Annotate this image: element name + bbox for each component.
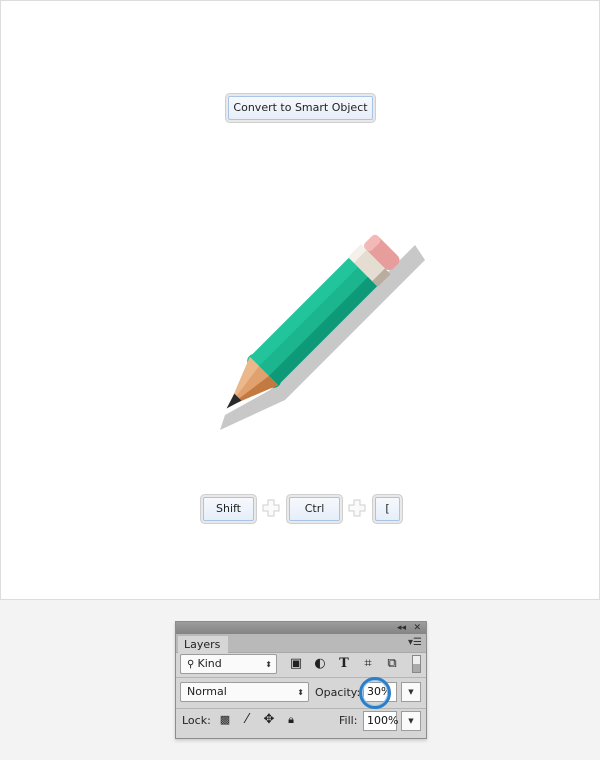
shift-key: Shift	[203, 497, 254, 521]
lock-label: Lock:	[182, 714, 211, 727]
fill-dropdown-button[interactable]: ▼	[401, 711, 421, 731]
search-icon: ⚲	[187, 659, 198, 670]
stepper-icon: ⬍	[265, 660, 272, 669]
fill-label: Fill:	[339, 714, 358, 727]
lock-position-icon[interactable]: ✥	[262, 713, 276, 727]
ctrl-key: Ctrl	[289, 497, 340, 521]
type-filter-icon[interactable]: T	[337, 657, 351, 671]
kind-filter-select[interactable]: ⚲ Kind ⬍	[180, 654, 277, 674]
smart-object-filter-icon[interactable]: ⧉	[385, 657, 399, 671]
tab-layers[interactable]: Layers	[178, 636, 228, 653]
lock-transparent-icon[interactable]: ▩	[218, 713, 232, 727]
lock-paint-icon[interactable]: ⁄	[240, 713, 254, 727]
blend-mode-value: Normal	[187, 685, 227, 698]
image-filter-icon[interactable]: ▣	[289, 657, 303, 671]
opacity-label: Opacity:	[315, 686, 361, 699]
plus-icon	[262, 499, 280, 517]
opacity-dropdown-button[interactable]: ▼	[401, 682, 421, 702]
collapse-icon[interactable]: ◂◂	[397, 622, 406, 634]
filter-toggle-switch[interactable]	[412, 655, 421, 673]
panel-menu-icon[interactable]: ▾☰	[408, 637, 422, 648]
blend-mode-select[interactable]: Normal ⬍	[180, 682, 309, 702]
divider	[176, 677, 426, 678]
fill-input[interactable]: 100%	[363, 711, 398, 731]
opacity-highlight-circle	[359, 677, 391, 709]
layers-panel: ◂◂ ✕ Layers ▾☰ ⚲ Kind ⬍ ▣ ◐ T ⌗ ⧉ Normal…	[175, 621, 427, 739]
stepper-icon: ⬍	[297, 688, 304, 697]
plus-icon	[348, 499, 366, 517]
adjustment-filter-icon[interactable]: ◐	[313, 657, 327, 671]
divider	[176, 708, 426, 709]
lock-all-icon[interactable]: 🔒︎	[284, 713, 298, 727]
kind-label: Kind	[197, 657, 222, 670]
close-icon[interactable]: ✕	[413, 622, 421, 634]
shape-filter-icon[interactable]: ⌗	[361, 657, 375, 671]
pencil-icon	[220, 234, 425, 430]
panel-titlebar[interactable]: ◂◂ ✕	[176, 622, 426, 634]
convert-to-smart-object-button[interactable]: Convert to Smart Object	[228, 96, 373, 120]
bracket-key: [	[375, 497, 400, 521]
